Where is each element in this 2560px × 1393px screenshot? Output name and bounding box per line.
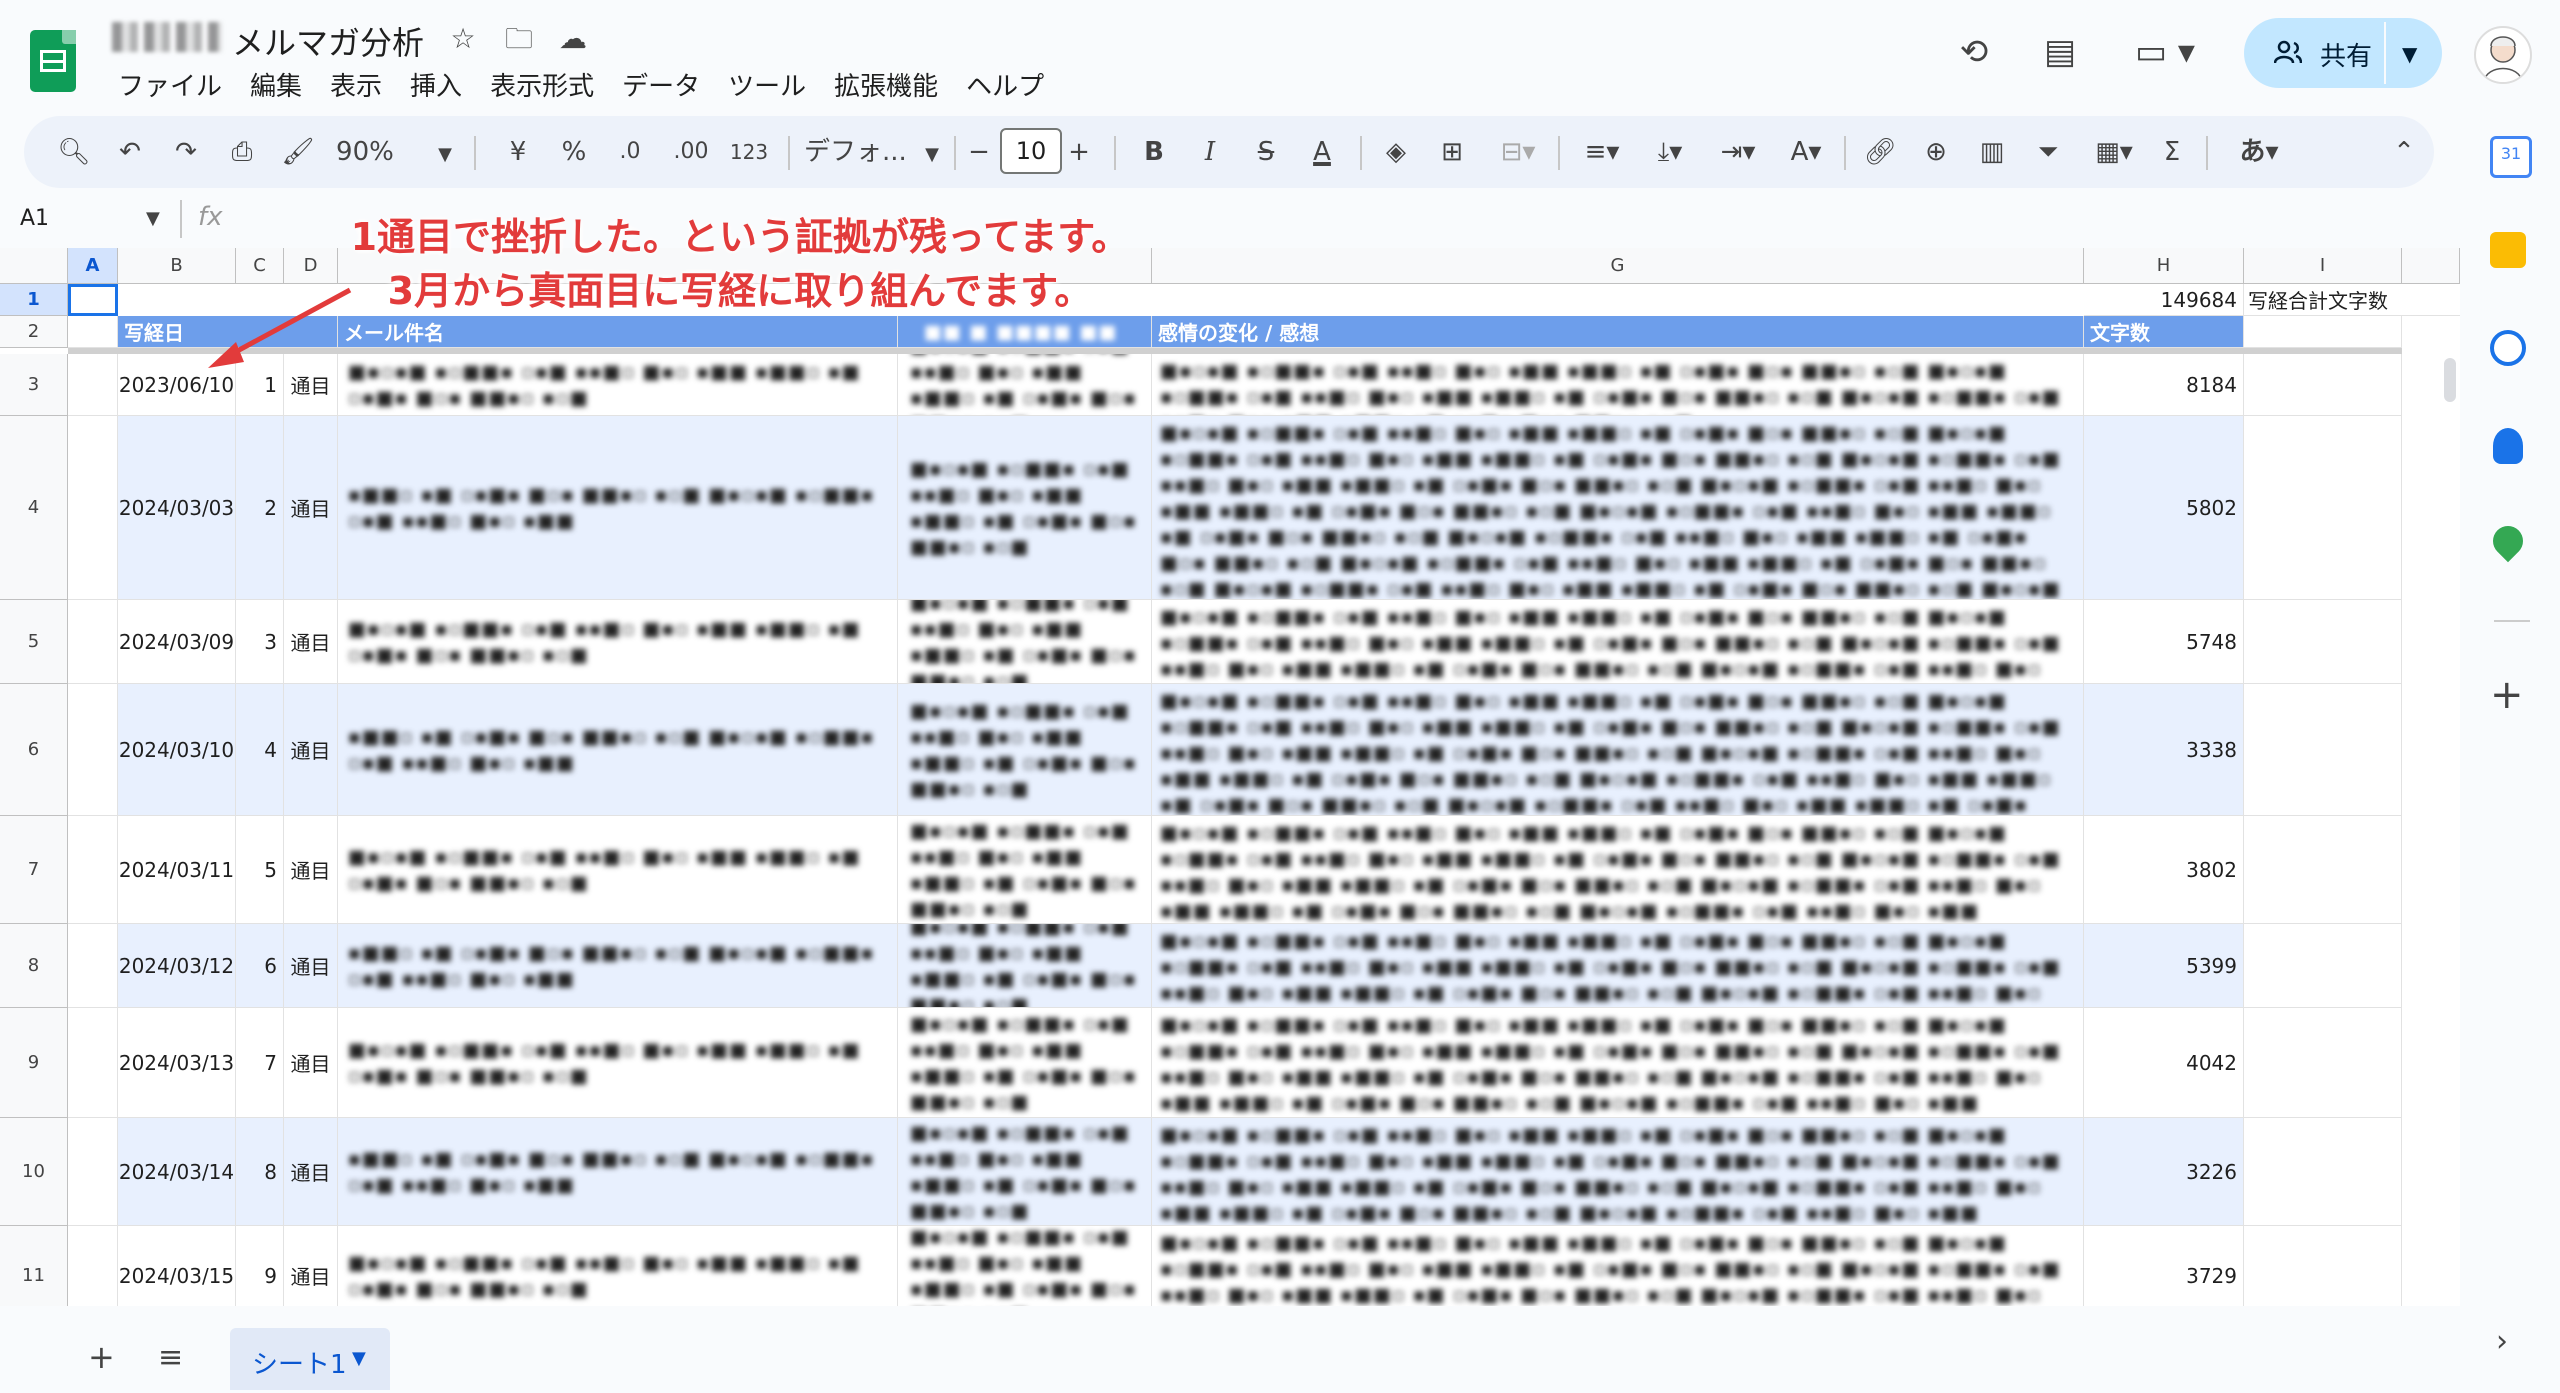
annotation-arrow bbox=[208, 287, 352, 368]
sheet-tab-label: シート1 bbox=[252, 1350, 347, 1380]
calendar-icon[interactable]: 31 bbox=[2490, 136, 2532, 178]
all-sheets-icon[interactable]: ≡ bbox=[158, 1340, 183, 1375]
contacts-icon[interactable] bbox=[2493, 428, 2523, 464]
add-sheet-icon[interactable]: + bbox=[88, 1338, 115, 1376]
tasks-icon[interactable] bbox=[2490, 330, 2526, 366]
side-panel bbox=[2460, 110, 2560, 1393]
keep-icon[interactable] bbox=[2490, 232, 2526, 268]
side-divider bbox=[2494, 620, 2530, 622]
add-addon-icon[interactable]: + bbox=[2490, 672, 2524, 718]
expand-panel-icon[interactable]: › bbox=[2496, 1324, 2508, 1359]
sheet-tab[interactable]: シート1 ▼ bbox=[230, 1328, 390, 1390]
sheet-tab-caret-icon[interactable]: ▼ bbox=[352, 1348, 366, 1369]
